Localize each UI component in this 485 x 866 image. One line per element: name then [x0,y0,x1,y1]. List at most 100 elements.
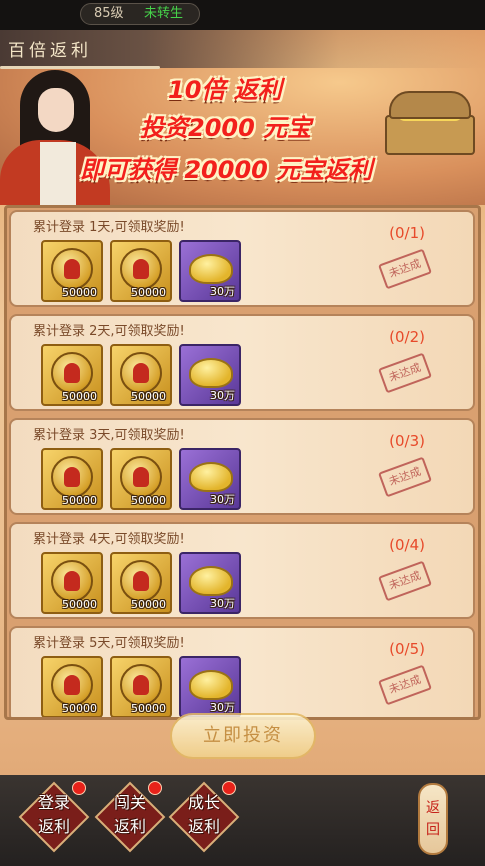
gold-ingot-icon [189,254,233,284]
invest-now-button[interactable]: 立即投资 [170,713,316,759]
reward-list[interactable]: 累计登录 1天,可领取奖励! (0/1) 未达成 50000 50000 30万… [4,205,481,720]
card-label: 累计登录 2天,可领取奖励! [33,324,185,339]
item-quantity: 50000 [62,390,97,403]
back-button[interactable]: 返 回 [418,783,448,855]
promo-banner: 百倍返利 10倍 返利 投资2000 元宝 即可获得 20000 元宝返利 [0,30,485,205]
coin-icon [51,456,93,498]
coin-icon [51,560,93,602]
card-progress: (0/4) [389,536,425,554]
gold-ingot-icon [189,462,233,492]
flame-emblem-icon [64,259,80,279]
item-quantity: 50000 [131,390,166,403]
bottom-tab-bar: 登录 返利 闯关 返利 成长 返利 返 回 [0,775,485,866]
flame-emblem-icon [64,363,80,383]
item-quantity: 50000 [62,702,97,715]
coin-icon [51,248,93,290]
reward-card-3: 累计登录 3天,可领取奖励! (0/3) 未达成 50000 50000 30万 [9,418,475,515]
notification-dot-icon [72,781,86,795]
gold-ingot-icon [189,670,233,700]
tab-stage-rebate[interactable]: 闯关 返利 [94,781,166,853]
item-quantity: 50000 [62,286,97,299]
card-label: 累计登录 3天,可领取奖励! [33,428,185,443]
tab-label: 闯关 返利 [98,791,162,839]
top-status-bar: 85级 未转生 [0,0,485,30]
tab-label-line2: 返利 [113,817,146,836]
reward-item-ingot-coin[interactable]: 50000 [41,344,103,406]
item-quantity: 50000 [131,702,166,715]
reward-item-ingot-coin[interactable]: 50000 [110,240,172,302]
gold-ingot-icon [189,566,233,596]
card-progress: (0/2) [389,328,425,346]
item-quantity: 50000 [131,598,166,611]
title-brush-stroke [0,66,160,69]
reward-card-4: 累计登录 4天,可领取奖励! (0/4) 未达成 50000 50000 30万 [9,522,475,619]
coin-icon [120,248,162,290]
not-reached-stamp: 未达成 [378,352,432,394]
player-level: 85级 [94,6,124,21]
card-progress: (0/5) [389,640,425,658]
main-panel: 百倍返利 10倍 返利 投资2000 元宝 即可获得 20000 元宝返利 累计… [0,30,485,775]
reward-item-gold-ingots[interactable]: 30万 [179,552,241,614]
reward-card-2: 累计登录 2天,可领取奖励! (0/2) 未达成 50000 50000 30万 [9,314,475,411]
tab-label-line2: 返利 [37,817,70,836]
chest-lid [389,91,471,119]
tab-label-line2: 返利 [187,817,220,836]
reward-item-gold-ingots[interactable]: 30万 [179,240,241,302]
card-label: 累计登录 4天,可领取奖励! [33,532,185,547]
coin-icon [51,664,93,706]
reward-item-ingot-coin[interactable]: 50000 [110,448,172,510]
card-label: 累计登录 5天,可领取奖励! [33,636,185,651]
card-progress: (0/3) [389,432,425,450]
tab-growth-rebate[interactable]: 成长 返利 [168,781,240,853]
tab-label: 登录 返利 [22,791,86,839]
character-face [38,88,74,132]
notification-dot-icon [148,781,162,795]
tab-label: 成长 返利 [172,791,236,839]
item-quantity: 50000 [62,494,97,507]
reward-item-ingot-coin[interactable]: 50000 [41,448,103,510]
item-quantity: 50000 [131,494,166,507]
flame-emblem-icon [64,675,80,695]
item-quantity: 30万 [210,389,235,402]
not-reached-stamp: 未达成 [378,248,432,290]
back-label-line1: 返 [426,800,440,816]
page-title: 百倍返利 [8,41,92,61]
coin-icon [120,560,162,602]
coin-icon [51,352,93,394]
reward-item-ingot-coin[interactable]: 50000 [110,344,172,406]
flame-emblem-icon [64,467,80,487]
flame-emblem-icon [133,467,149,487]
flame-emblem-icon [133,363,149,383]
chest-box [385,115,475,155]
reward-item-gold-ingots[interactable]: 30万 [179,448,241,510]
reward-item-ingot-coin[interactable]: 50000 [41,240,103,302]
reward-card-1: 累计登录 1天,可领取奖励! (0/1) 未达成 50000 50000 30万 [9,210,475,307]
card-label: 累计登录 1天,可领取奖励! [33,220,185,235]
level-pill: 85级 未转生 [80,3,200,25]
not-reached-stamp: 未达成 [378,456,432,498]
reward-item-gold-ingots[interactable]: 30万 [179,656,241,717]
reward-card-5: 累计登录 5天,可领取奖励! (0/5) 未达成 50000 50000 30万 [9,626,475,717]
card-progress: (0/1) [389,224,425,242]
item-quantity: 30万 [210,493,235,506]
headline-reward: 即可获得 20000 元宝返利 [80,156,373,184]
reward-item-ingot-coin[interactable]: 50000 [41,552,103,614]
item-quantity: 30万 [210,597,235,610]
reward-item-ingot-coin[interactable]: 50000 [110,552,172,614]
reward-item-ingot-coin[interactable]: 50000 [110,656,172,717]
rebirth-status: 未转生 [144,6,184,21]
coin-icon [120,456,162,498]
reward-item-gold-ingots[interactable]: 30万 [179,344,241,406]
headline-rebate-multiplier: 10倍 返利 [168,76,282,104]
flame-emblem-icon [64,571,80,591]
treasure-chest-icon [385,85,475,155]
tab-login-rebate[interactable]: 登录 返利 [18,781,90,853]
not-reached-stamp: 未达成 [378,560,432,602]
flame-emblem-icon [133,259,149,279]
headline-investment: 投资2000 元宝 [140,114,312,142]
gold-ingot-icon [189,358,233,388]
item-quantity: 30万 [210,285,235,298]
coin-icon [120,664,162,706]
reward-item-ingot-coin[interactable]: 50000 [41,656,103,717]
character-robe-inner [40,142,76,205]
